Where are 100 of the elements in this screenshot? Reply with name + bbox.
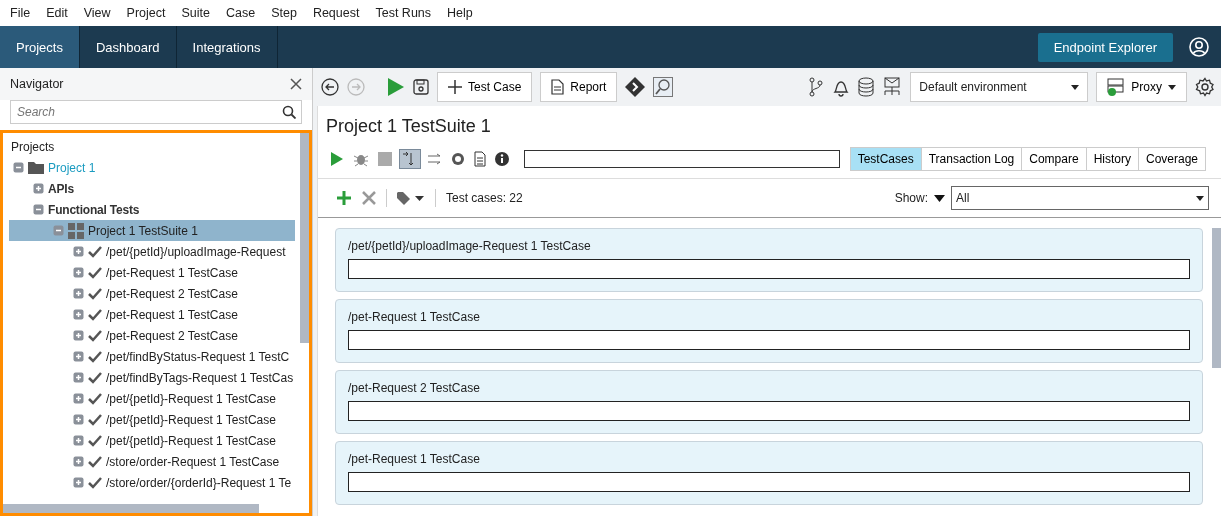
test-case-field[interactable]: [348, 472, 1190, 492]
folder-icon: [28, 161, 44, 174]
test-case-count: Test cases: 22: [446, 191, 523, 205]
collapse-icon[interactable]: [13, 162, 24, 173]
check-icon: [88, 476, 102, 489]
tag-icon[interactable]: [397, 191, 425, 205]
tree-item[interactable]: /pet-Request 1 TestCase: [9, 262, 295, 283]
show-label: Show:: [894, 191, 928, 205]
tree-item[interactable]: /pet-Request 2 TestCase: [9, 325, 295, 346]
nav-tab[interactable]: Projects: [0, 26, 80, 68]
expand-icon[interactable]: [73, 393, 84, 404]
show-dropdown[interactable]: All: [951, 186, 1209, 210]
database-icon[interactable]: [858, 77, 875, 97]
check-icon: [88, 329, 102, 342]
expand-icon[interactable]: [73, 477, 84, 488]
menu-item[interactable]: Case: [218, 6, 264, 20]
magnifier-icon[interactable]: [653, 77, 674, 97]
user-icon[interactable]: [1189, 37, 1209, 57]
tree-item[interactable]: /pet/{petId}-Request 1 TestCase: [9, 388, 295, 409]
mail-network-icon[interactable]: [882, 77, 903, 97]
check-icon: [88, 308, 102, 321]
test-case-field[interactable]: [348, 330, 1190, 350]
menu-item[interactable]: Edit: [38, 6, 76, 20]
view-tab[interactable]: TestCases: [850, 148, 921, 170]
test-case-field[interactable]: [348, 401, 1190, 421]
check-icon: [88, 434, 102, 447]
tree-item[interactable]: /pet/{petId}-Request 1 TestCase: [9, 409, 295, 430]
search-icon[interactable]: [282, 105, 296, 119]
settings-icon[interactable]: [1195, 77, 1215, 97]
report-button[interactable]: Report: [540, 72, 618, 102]
tree-item[interactable]: Functional Tests: [9, 199, 295, 220]
panel-title: Navigator: [10, 77, 64, 91]
tree-item[interactable]: /store/order/{orderId}-Request 1 Te: [9, 472, 295, 493]
menu-item[interactable]: Suite: [173, 6, 218, 20]
menu-item[interactable]: View: [75, 6, 119, 20]
save-icon[interactable]: [413, 79, 429, 95]
caret-icon: [1071, 84, 1080, 90]
server-icon: [1107, 78, 1126, 96]
tree-item[interactable]: /pet-Request 2 TestCase: [9, 283, 295, 304]
add-icon[interactable]: [336, 190, 352, 206]
tree-item[interactable]: /pet/findByStatus-Request 1 TestC: [9, 346, 295, 367]
menu-item[interactable]: Request: [304, 6, 368, 20]
back-icon[interactable]: [321, 78, 339, 96]
test-case-title: /pet/{petId}/uploadImage-Request 1 TestCase: [348, 239, 592, 253]
caret-icon: [1168, 84, 1176, 90]
expand-icon[interactable]: [73, 414, 84, 425]
delete-icon[interactable]: [362, 191, 376, 205]
check-icon: [88, 455, 102, 468]
test-case-title: /pet-Request 1 TestCase: [348, 452, 481, 466]
menu-item[interactable]: Step: [263, 6, 305, 20]
menu-item[interactable]: Test Runs: [367, 6, 440, 20]
tree-item[interactable]: /store/order-Request 1 TestCase: [9, 451, 295, 472]
tree-item[interactable]: APIs: [9, 178, 295, 199]
expand-icon[interactable]: [73, 267, 84, 278]
test-case-card[interactable]: /pet-Request 1 TestCase: [335, 441, 1203, 505]
branch-icon[interactable]: [808, 77, 825, 97]
check-icon: [88, 287, 102, 300]
proxy-button[interactable]: Proxy: [1096, 72, 1187, 102]
plus-icon: [448, 80, 462, 94]
test-case-card[interactable]: /pet-Request 1 TestCase: [335, 299, 1203, 363]
collapse-icon[interactable]: [33, 204, 44, 215]
expand-icon[interactable]: [73, 330, 84, 341]
tree-item[interactable]: /pet/{petId}-Request 1 TestCase: [9, 430, 295, 451]
search-field[interactable]: Search: [10, 100, 302, 124]
close-icon[interactable]: [290, 78, 302, 90]
expand-icon[interactable]: [73, 288, 84, 299]
caret-icon: [1196, 195, 1204, 201]
test-case-field[interactable]: [348, 259, 1190, 279]
check-icon: [88, 413, 102, 426]
check-icon: [88, 392, 102, 405]
filter-field[interactable]: [524, 150, 840, 168]
tree-item[interactable]: /pet-Request 1 TestCase: [9, 304, 295, 325]
environment-dropdown[interactable]: Default environment: [910, 72, 1089, 102]
endpoint-explorer-button[interactable]: Endpoint Explorer: [1037, 32, 1173, 62]
expand-icon[interactable]: [73, 372, 84, 383]
scrollbar[interactable]: [3, 504, 259, 513]
check-icon: [88, 245, 102, 258]
tree-item[interactable]: Project 1 TestSuite 1: [9, 220, 295, 241]
expand-icon[interactable]: [73, 309, 84, 320]
collapse-icon[interactable]: [53, 225, 64, 236]
test-case-title: /pet-Request 1 TestCase: [348, 310, 481, 324]
menu-item[interactable]: Help: [439, 6, 481, 20]
expand-icon[interactable]: [73, 435, 84, 446]
expand-icon[interactable]: [73, 246, 84, 257]
suite-title: Project 1 TestSuite 1: [325, 115, 492, 138]
diamond-icon[interactable]: [625, 77, 646, 97]
menu-item[interactable]: Project: [118, 6, 174, 20]
tree-item[interactable]: /pet/findByTags-Request 1 TestCas: [9, 367, 295, 388]
tree-root-label: Projects: [10, 139, 56, 156]
menu-item[interactable]: File: [2, 6, 39, 20]
caret-icon[interactable]: [934, 194, 945, 202]
test-case-card[interactable]: /pet/{petId}/uploadImage-Request 1 TestCase: [335, 228, 1203, 292]
expand-icon[interactable]: [73, 456, 84, 467]
test-case-button[interactable]: Test Case: [437, 72, 533, 102]
expand-icon[interactable]: [73, 351, 84, 362]
test-case-card[interactable]: /pet-Request 2 TestCase: [335, 370, 1203, 434]
tree-item[interactable]: /pet/{petId}/uploadImage-Request: [9, 241, 295, 262]
expand-icon[interactable]: [33, 183, 44, 194]
test-case-title: /pet-Request 2 TestCase: [348, 381, 481, 395]
play-icon[interactable]: [387, 77, 405, 97]
